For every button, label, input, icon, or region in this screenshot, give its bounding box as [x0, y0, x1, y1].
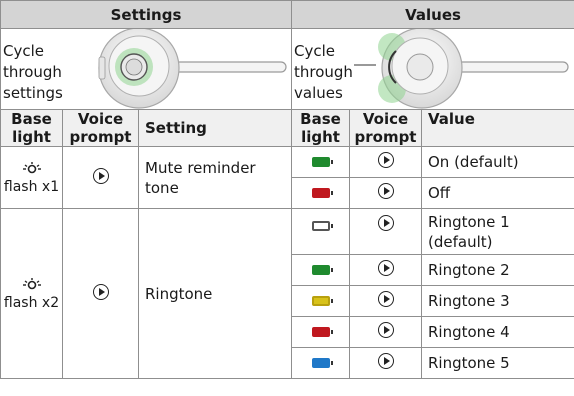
flash-count: flash x2 [3, 294, 60, 311]
value-label: Ringtone 2 [428, 261, 510, 279]
value-label: On (default) [428, 153, 519, 171]
value-label: Off [428, 184, 451, 202]
battery-light-icon [311, 265, 333, 275]
manual-page: Settings Values Cycle through settings C… [0, 0, 574, 396]
illus-right-line-1: Cycle [294, 42, 335, 60]
battery-light-icon [311, 358, 333, 368]
flash-count: flash x1 [3, 178, 60, 195]
battery-light-icon [311, 296, 333, 306]
battery-light-icon [311, 221, 333, 231]
setting-name: Ringtone [145, 284, 213, 303]
illus-left-line-3: settings [3, 84, 63, 102]
col-setting: Setting [145, 119, 207, 137]
play-circle-icon [377, 260, 394, 276]
base-light-cell: flash x2 [0, 208, 63, 379]
col-value: Value [428, 110, 475, 128]
col-voice-prompt-right: Voice prompt [354, 110, 417, 146]
play-circle-icon [377, 322, 394, 338]
value-label: Ringtone 1 (default) [428, 212, 510, 251]
col-voice-prompt-left: Voice prompt [69, 110, 132, 146]
settings-illustration: Cycle through settings [0, 28, 292, 110]
value-label: Ringtone 5 [428, 354, 510, 372]
column-header-row: Base light Voice prompt Setting Base light … [0, 109, 574, 147]
battery-light-icon [311, 327, 333, 337]
col-base-light-left: Base light [11, 110, 52, 146]
illus-right-line-2: through [294, 63, 353, 81]
settings-table: Settings Values Cycle through settings C… [0, 0, 574, 379]
col-base-light-right: Base light [300, 110, 341, 146]
table-row: flash x1 Mute reminder tone On (default) [0, 146, 574, 209]
values-header: Values [290, 0, 574, 29]
play-circle-icon [377, 291, 394, 307]
illus-right-line-3: values [294, 84, 343, 102]
play-circle-icon [377, 183, 394, 199]
base-light-cell: flash x1 [0, 146, 63, 209]
play-circle-icon [377, 353, 394, 369]
play-circle-icon [92, 167, 109, 184]
play-circle-icon [92, 283, 109, 300]
play-circle-icon [377, 152, 394, 168]
values-illustration: Cycle through values [290, 28, 574, 110]
battery-light-icon [311, 157, 333, 167]
base-light-flash-icon [22, 277, 41, 289]
illus-left-line-1: Cycle [3, 42, 44, 60]
setting-name: Mute reminder tone [145, 158, 256, 197]
illus-left-line-2: through [3, 63, 62, 81]
value-label: Ringtone 4 [428, 323, 510, 341]
base-light-flash-icon [22, 161, 41, 173]
play-circle-icon [377, 215, 394, 231]
table-row: flash x2 Ringtone Ringtone 1 (default) [0, 208, 574, 379]
settings-header: Settings [0, 0, 292, 29]
battery-light-icon [311, 188, 333, 198]
value-label: Ringtone 3 [428, 292, 510, 310]
